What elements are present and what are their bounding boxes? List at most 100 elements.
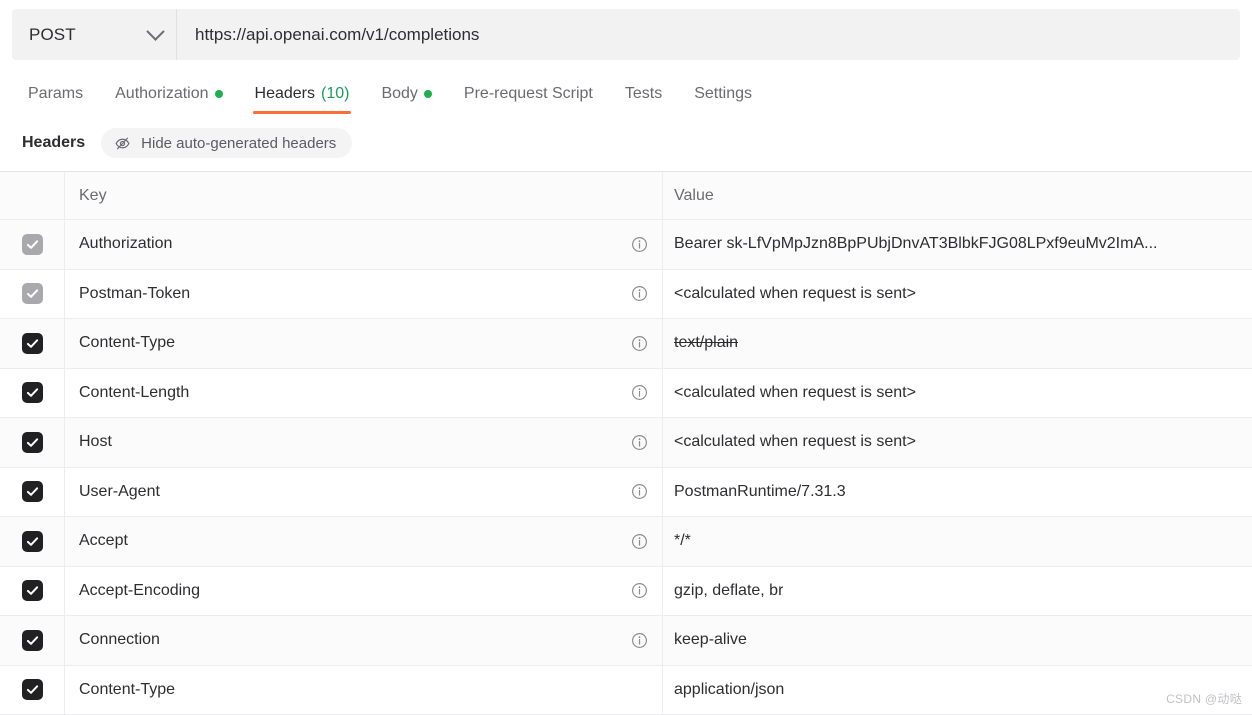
header-value-text: Bearer sk-LfVpMpJzn8BpPUbjDnvAT3BlbkFJG0… [674, 235, 1158, 253]
header-key-text: Content-Length [79, 383, 190, 401]
tab-label: Pre-request Script [463, 85, 593, 102]
info-icon[interactable] [631, 285, 648, 302]
csdn-watermark: CSDN @动哒 [1166, 692, 1242, 706]
hide-auto-generated-headers-label: Hide auto-generated headers [141, 134, 337, 152]
row-checkbox-cell [0, 220, 65, 269]
table-row: Content-Length <calculated when request i… [0, 368, 1252, 418]
row-key-cell[interactable]: User-Agent [65, 467, 663, 516]
header-enabled-checkbox[interactable] [21, 431, 43, 453]
tab-modified-dot-icon [423, 90, 432, 98]
info-icon[interactable] [631, 632, 648, 649]
header-key-text: Connection [79, 631, 160, 649]
header-enabled-checkbox[interactable] [21, 580, 43, 602]
row-checkbox-cell [0, 269, 65, 318]
header-enabled-checkbox[interactable] [21, 481, 43, 503]
tab-label: Authorization [115, 85, 209, 102]
row-value-cell[interactable]: PostmanRuntime/7.31.3 [663, 468, 1252, 517]
header-key-text: Content-Type [79, 334, 176, 352]
header-enabled-checkbox[interactable] [21, 233, 43, 255]
row-key-cell[interactable]: Content-Type [65, 665, 663, 714]
row-key-cell[interactable]: Accept-Encoding [65, 566, 663, 615]
chevron-down-icon [146, 22, 165, 41]
info-icon[interactable] [631, 483, 648, 500]
info-icon[interactable] [631, 582, 648, 599]
header-enabled-checkbox[interactable] [21, 283, 43, 305]
tab-pre-request-script[interactable]: Pre-request Script [448, 85, 609, 114]
info-icon[interactable] [631, 335, 648, 352]
header-value-text: PostmanRuntime/7.31.3 [674, 482, 846, 500]
tab-headers[interactable]: Headers (10) [239, 85, 366, 114]
tab-modified-dot-icon [214, 90, 223, 98]
tab-body[interactable]: Body [365, 85, 447, 114]
row-value-cell[interactable]: */* [663, 517, 1252, 566]
row-key-cell[interactable]: Content-Length [65, 368, 663, 417]
row-value-cell[interactable]: Bearer sk-LfVpMpJzn8BpPUbjDnvAT3BlbkFJG0… [663, 220, 1252, 269]
row-key-cell[interactable]: Connection [65, 616, 663, 665]
row-key-cell[interactable]: Content-Type [65, 319, 663, 368]
tab-authorization[interactable]: Authorization [99, 85, 238, 114]
table-row: Authorization Bearer sk-LfVpMpJzn8BpPUbjD… [0, 220, 1252, 270]
header-key-text: Authorization [79, 235, 173, 253]
tab-label: Body [381, 85, 418, 102]
row-value-cell[interactable]: keep-alive [663, 616, 1252, 665]
column-header-key: Key [65, 172, 663, 219]
header-value-text: <calculated when request is sent> [674, 383, 916, 401]
header-key-text: Accept-Encoding [79, 581, 200, 599]
headers-table: Key Value Authorization Bearer sk-LfVpMpJ… [0, 171, 1252, 715]
header-enabled-checkbox[interactable] [21, 382, 43, 404]
eye-off-icon [114, 135, 131, 152]
table-row: Accept */* [0, 517, 1252, 567]
row-value-cell[interactable]: gzip, deflate, br [663, 567, 1252, 616]
tab-params[interactable]: Params [12, 85, 99, 114]
row-checkbox-cell [0, 566, 65, 615]
column-header-value-label: Value [674, 186, 714, 204]
http-method-select[interactable]: POST [12, 9, 177, 60]
tab-label: Settings [694, 85, 753, 102]
tab-tests[interactable]: Tests [609, 85, 678, 114]
header-value-text: text/plain [674, 334, 739, 352]
row-value-cell[interactable]: <calculated when request is sent> [663, 418, 1252, 467]
row-key-cell[interactable]: Postman-Token [65, 269, 663, 318]
table-row: Host <calculated when request is sent> [0, 418, 1252, 468]
header-enabled-checkbox[interactable] [21, 530, 43, 552]
table-row: Content-Type text/plain [0, 319, 1252, 369]
table-row: Connection keep-alive [0, 616, 1252, 666]
tab-count: (10) [321, 85, 350, 102]
row-value-cell[interactable]: text/plain [663, 319, 1252, 368]
table-row: User-Agent PostmanRuntime/7.31.3 [0, 467, 1252, 517]
header-value-text: gzip, deflate, br [674, 581, 784, 599]
info-icon[interactable] [631, 384, 648, 401]
table-row: Content-Type application/json [0, 665, 1252, 715]
header-value-text: */* [674, 532, 691, 550]
row-key-cell[interactable]: Host [65, 418, 663, 467]
header-key-text: Postman-Token [79, 284, 191, 302]
header-enabled-checkbox[interactable] [21, 332, 43, 354]
header-key-text: User-Agent [79, 482, 160, 500]
tab-label: Tests [624, 85, 663, 102]
row-key-cell[interactable]: Authorization [65, 220, 663, 269]
active-tab-underline [252, 111, 352, 114]
header-enabled-checkbox[interactable] [21, 679, 43, 701]
row-checkbox-cell [0, 616, 65, 665]
row-checkbox-cell [0, 665, 65, 714]
table-row: Postman-Token <calculated when request is… [0, 269, 1252, 319]
column-header-key-label: Key [79, 186, 107, 204]
request-url-input[interactable]: https://api.openai.com/v1/completions [177, 9, 1240, 60]
tab-label: Params [28, 85, 84, 102]
hide-auto-generated-headers-toggle[interactable]: Hide auto-generated headers [101, 128, 353, 158]
tab-label: Headers [254, 85, 315, 102]
row-value-cell[interactable]: application/json [663, 666, 1252, 715]
request-tabs: Params Authorization Headers (10) Body Pre-re… [12, 74, 1252, 114]
header-enabled-checkbox[interactable] [21, 629, 43, 651]
row-value-cell[interactable]: <calculated when request is sent> [663, 270, 1252, 319]
row-value-cell[interactable]: <calculated when request is sent> [663, 369, 1252, 418]
info-icon[interactable] [631, 533, 648, 550]
info-icon[interactable] [631, 236, 648, 253]
info-icon[interactable] [631, 434, 648, 451]
header-key-text: Content-Type [79, 680, 176, 698]
header-value-text: keep-alive [674, 631, 747, 649]
column-header-value: Value [663, 172, 1252, 219]
row-key-cell[interactable]: Accept [65, 517, 663, 566]
row-checkbox-cell [0, 517, 65, 566]
tab-settings[interactable]: Settings [678, 85, 768, 114]
